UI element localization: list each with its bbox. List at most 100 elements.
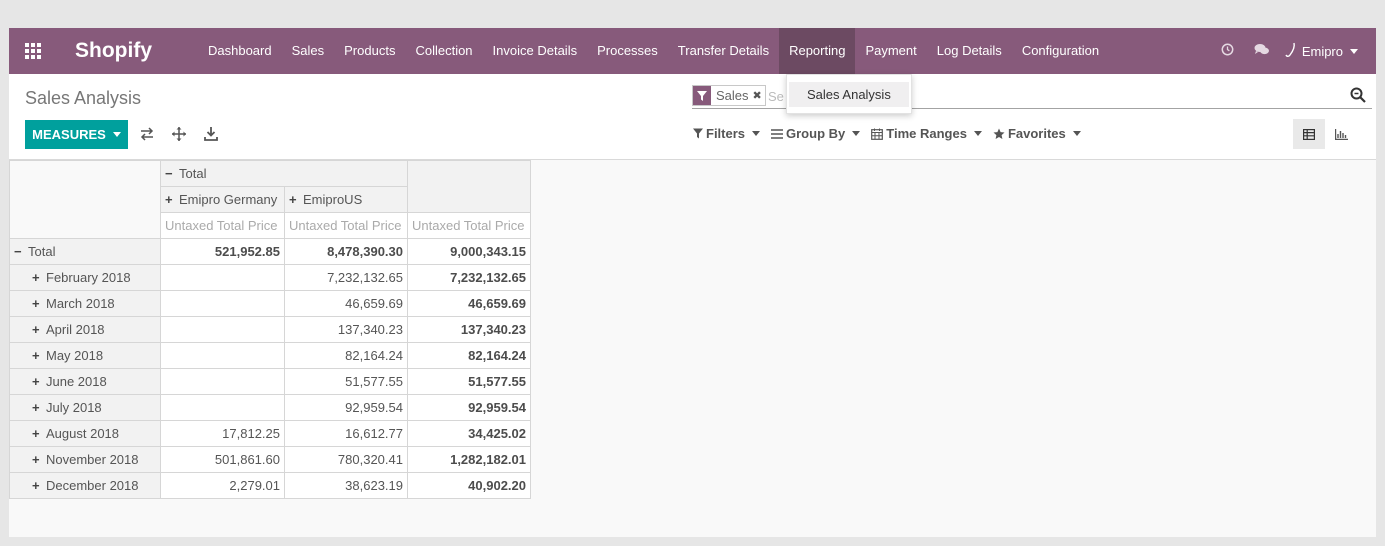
pivot-cell: 46,659.69 xyxy=(407,290,531,317)
filter-icon xyxy=(693,128,703,139)
pivot-header-blank xyxy=(407,160,531,213)
chevron-down-icon xyxy=(752,131,761,136)
menu-item-collection[interactable]: Collection xyxy=(405,28,482,74)
pivot-row-header[interactable]: + June 2018 xyxy=(9,368,161,395)
pivot-cell: 38,623.19 xyxy=(284,472,408,499)
pivot-cell: 40,902.20 xyxy=(407,472,531,499)
pivot-row-header[interactable]: + May 2018 xyxy=(9,342,161,369)
measures-button[interactable]: MEASURES xyxy=(25,120,128,149)
pivot-cell xyxy=(160,368,285,395)
facet-label: Sales xyxy=(716,88,749,103)
pivot-cell: 34,425.02 xyxy=(407,420,531,447)
filters-menu[interactable]: Filters xyxy=(693,126,761,141)
menu-item-transfer-details[interactable]: Transfer Details xyxy=(668,28,779,74)
brand-title: Shopify xyxy=(75,39,152,62)
favorites-label: Favorites xyxy=(1007,126,1066,141)
menu-item-reporting[interactable]: Reporting xyxy=(779,28,856,74)
filters-label: Filters xyxy=(706,126,746,141)
pivot-row-header[interactable]: + February 2018 xyxy=(9,264,161,291)
time-ranges-label: Time Ranges xyxy=(886,126,967,141)
pivot-cell: 780,320.41 xyxy=(284,446,408,473)
table-row: + May 2018 82,164.24 82,164.24 xyxy=(9,342,531,369)
pivot-cell: 8,478,390.30 xyxy=(284,238,408,265)
chevron-down-icon xyxy=(1350,48,1358,54)
pivot-cell: 137,340.23 xyxy=(407,316,531,343)
app-window: Shopify Dashboard Sales Products Collection… xyxy=(9,28,1376,537)
pivot-view-icon[interactable] xyxy=(1293,119,1325,149)
pivot-row-header-total[interactable]: − Total xyxy=(9,238,161,265)
menu-item-log-details[interactable]: Log Details xyxy=(927,28,1012,74)
download-icon[interactable] xyxy=(203,126,221,144)
pivot-cell: 16,612.77 xyxy=(284,420,408,447)
expand-plus-icon: + xyxy=(32,322,40,337)
pivot-row-header[interactable]: + March 2018 xyxy=(9,290,161,317)
pivot-measure-header[interactable]: Untaxed Total Price xyxy=(160,212,285,239)
chevron-down-icon xyxy=(1072,131,1081,136)
pivot-content: − Total + Emipro Germany + EmiproUS Untaxed… xyxy=(9,160,1376,537)
pivot-row-header[interactable]: + August 2018 xyxy=(9,420,161,447)
expand-plus-icon: + xyxy=(32,426,40,441)
page-title: Sales Analysis xyxy=(25,88,142,108)
graph-view-icon[interactable] xyxy=(1325,119,1357,149)
pivot-row-header[interactable]: + November 2018 xyxy=(9,446,161,473)
menu-item-products[interactable]: Products xyxy=(334,28,405,74)
activity-clock-icon[interactable] xyxy=(1211,43,1245,59)
expand-all-icon[interactable] xyxy=(171,126,189,144)
collapse-minus-icon: − xyxy=(165,166,173,181)
table-row: + August 2018 17,812.25 16,612.77 34,425.02 xyxy=(9,420,531,447)
time-ranges-menu[interactable]: Time Ranges xyxy=(871,126,982,141)
control-panel: Sales Analysis MEASURES Sales ✖ Se Filte… xyxy=(9,74,1376,160)
pivot-cell xyxy=(160,264,285,291)
dropdown-item-sales-analysis[interactable]: Sales Analysis xyxy=(789,82,909,107)
pivot-cell: 7,232,132.65 xyxy=(284,264,408,291)
pivot-cell: 82,164.24 xyxy=(284,342,408,369)
close-icon[interactable]: ✖ xyxy=(753,89,762,102)
measures-label: MEASURES xyxy=(32,127,106,142)
filter-icon xyxy=(693,86,711,105)
pivot-table: − Total + Emipro Germany + EmiproUS Untaxed… xyxy=(9,160,531,499)
pivot-header-total[interactable]: − Total xyxy=(160,160,408,187)
pivot-row-header[interactable]: + July 2018 xyxy=(9,394,161,421)
pivot-row-header[interactable]: + April 2018 xyxy=(9,316,161,343)
pivot-header-column[interactable]: + Emipro Germany xyxy=(160,186,285,213)
pivot-cell xyxy=(160,394,285,421)
search-icon[interactable] xyxy=(1350,87,1368,105)
expand-plus-icon: + xyxy=(32,270,40,285)
menu-item-processes[interactable]: Processes xyxy=(587,28,668,74)
favorites-menu[interactable]: Favorites xyxy=(993,126,1081,141)
menu-item-configuration[interactable]: Configuration xyxy=(1012,28,1109,74)
search-facet[interactable]: Sales ✖ xyxy=(692,85,766,106)
pivot-cell: 1,282,182.01 xyxy=(407,446,531,473)
pivot-header-column[interactable]: + EmiproUS xyxy=(284,186,408,213)
pivot-measure-header[interactable]: Untaxed Total Price xyxy=(407,212,531,239)
pivot-cell xyxy=(160,316,285,343)
flip-axis-icon[interactable] xyxy=(139,126,157,144)
pivot-cell: 82,164.24 xyxy=(407,342,531,369)
pivot-cell: 92,959.54 xyxy=(407,394,531,421)
pivot-row-header[interactable]: + December 2018 xyxy=(9,472,161,499)
table-row: + November 2018 501,861.60 780,320.41 1,282,… xyxy=(9,446,531,473)
pivot-corner xyxy=(9,160,161,239)
pivot-measure-header[interactable]: Untaxed Total Price xyxy=(284,212,408,239)
user-menu[interactable]: Emipro xyxy=(1285,42,1358,61)
group-by-menu[interactable]: Group By xyxy=(771,126,861,141)
search-options: Filters Group By Time Ranges Favorites xyxy=(693,126,1092,141)
menu-item-payment[interactable]: Payment xyxy=(855,28,926,74)
menu-item-sales[interactable]: Sales xyxy=(282,28,335,74)
table-row: + February 2018 7,232,132.65 7,232,132.65 xyxy=(9,264,531,291)
messages-chat-icon[interactable] xyxy=(1245,43,1279,59)
expand-plus-icon: + xyxy=(32,348,40,363)
expand-plus-icon: + xyxy=(32,374,40,389)
table-row: + April 2018 137,340.23 137,340.23 xyxy=(9,316,531,343)
menu-item-dashboard[interactable]: Dashboard xyxy=(198,28,282,74)
pivot-cell: 521,952.85 xyxy=(160,238,285,265)
pivot-cell: 51,577.55 xyxy=(407,368,531,395)
star-icon xyxy=(993,128,1005,139)
pivot-cell xyxy=(160,342,285,369)
pivot-cell: 51,577.55 xyxy=(284,368,408,395)
user-avatar-icon xyxy=(1285,42,1297,61)
pivot-cell: 137,340.23 xyxy=(284,316,408,343)
apps-menu-icon[interactable] xyxy=(9,28,57,74)
expand-plus-icon: + xyxy=(32,478,40,493)
menu-item-invoice-details[interactable]: Invoice Details xyxy=(483,28,588,74)
